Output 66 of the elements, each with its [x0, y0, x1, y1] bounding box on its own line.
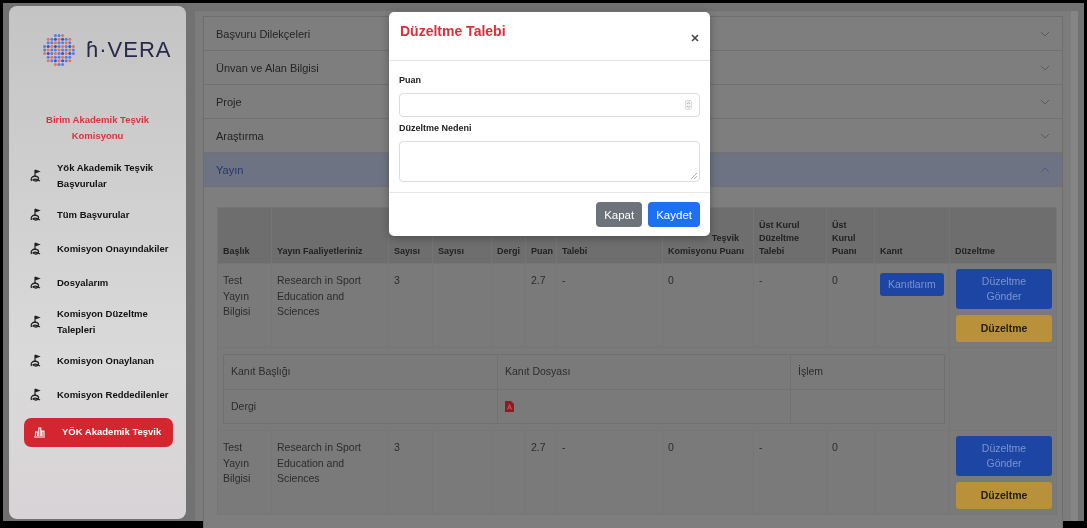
table-cell: - — [562, 274, 566, 286]
close-button[interactable]: Kapat — [596, 202, 643, 227]
table-cell: 3 — [394, 441, 400, 453]
correction-button[interactable]: Düzeltme — [956, 482, 1052, 509]
chevron-icon — [1040, 30, 1050, 37]
table-cell: Research in Sport Education and Sciences — [277, 274, 362, 317]
send-correction-button[interactable]: Düzeltme Gönder — [956, 436, 1052, 476]
field-label: Puan — [399, 75, 422, 85]
table-cell: - — [562, 441, 566, 453]
save-button[interactable]: Kaydet — [648, 202, 700, 227]
table-cell: 2.7 — [531, 441, 546, 453]
column-header: Kanıt — [874, 207, 950, 264]
number-field[interactable] — [399, 93, 700, 117]
evidence-button[interactable]: Kanıtlarım — [880, 273, 944, 296]
pdf-file-icon[interactable] — [505, 400, 514, 412]
logo-text: ɦ·VERA — [86, 37, 172, 63]
logo-icon — [42, 33, 76, 67]
sidebar-item[interactable]: Komisyon Reddedilenler — [9, 378, 186, 412]
flag-icon — [30, 242, 42, 256]
modal-title: Düzeltme Talebi — [400, 23, 506, 39]
flag-icon — [30, 208, 42, 222]
table-cell: Dergi — [231, 399, 257, 412]
flag-icon — [30, 276, 42, 290]
send-correction-button[interactable]: Düzeltme Gönder — [956, 269, 1052, 309]
column-header: Üst Kurul Puanı — [826, 207, 875, 264]
table-cell: 0 — [668, 441, 674, 453]
flag-icon — [30, 354, 42, 368]
table-cell: - — [759, 441, 763, 453]
column-header: Kanıt Dosyası — [505, 365, 571, 377]
column-header: Yayın Faaliyetleriniz — [271, 207, 389, 264]
correction-button[interactable]: Düzeltme — [956, 315, 1052, 342]
table-cell: - — [759, 274, 763, 286]
flag-icon — [30, 315, 42, 329]
sidebar-item[interactable]: Dosyalarım — [9, 266, 186, 300]
spinner-icon[interactable] — [685, 100, 692, 110]
sidebar-item[interactable]: Komisyon Düzeltme Talepleri — [9, 300, 186, 344]
table-cell: 2.7 — [531, 274, 546, 286]
chevron-icon — [1040, 64, 1050, 71]
table-cell: Research in Sport Education and Sciences — [277, 441, 362, 484]
column-header: Düzeltme — [949, 207, 1057, 264]
chevron-icon — [1040, 98, 1050, 105]
table-cell: Test Yayın Bilgisi — [223, 441, 251, 484]
sidebar-item[interactable]: Komisyon Onaylanan — [9, 344, 186, 378]
field-label: Düzeltme Nedeni — [399, 123, 473, 133]
chevron-icon — [1040, 166, 1050, 173]
resize-grip-icon[interactable] — [690, 172, 697, 179]
table-cell: 3 — [394, 274, 400, 286]
sidebar-item[interactable]: Tüm Başvurular — [9, 198, 186, 232]
flag-icon — [30, 169, 42, 183]
table-cell: Test Yayın Bilgisi — [223, 274, 251, 317]
column-header: Üst Kurul Düzeltme Talebi — [753, 207, 827, 264]
sidebar-item[interactable]: Komisyon Onayındakiler — [9, 232, 186, 266]
table-cell: 0 — [832, 441, 838, 453]
sidebar-item[interactable]: YÖK Akademik Teşvik — [24, 418, 173, 447]
close-icon[interactable] — [691, 34, 699, 42]
role-title: Birim Akademik Teşvik Komisyonu — [45, 113, 150, 143]
column-header: Kanıt Başlığı — [231, 365, 291, 377]
chart-icon — [33, 426, 46, 438]
chevron-icon — [1040, 132, 1050, 139]
text-area[interactable] — [399, 141, 700, 182]
flag-icon — [30, 388, 42, 402]
table-cell: 0 — [832, 274, 838, 286]
sidebar-item[interactable]: Yök Akademik Teşvik Başvurular — [9, 154, 186, 198]
table-cell: 0 — [668, 274, 674, 286]
column-header: Başlık — [217, 207, 272, 264]
column-header: İşlem — [798, 365, 824, 377]
